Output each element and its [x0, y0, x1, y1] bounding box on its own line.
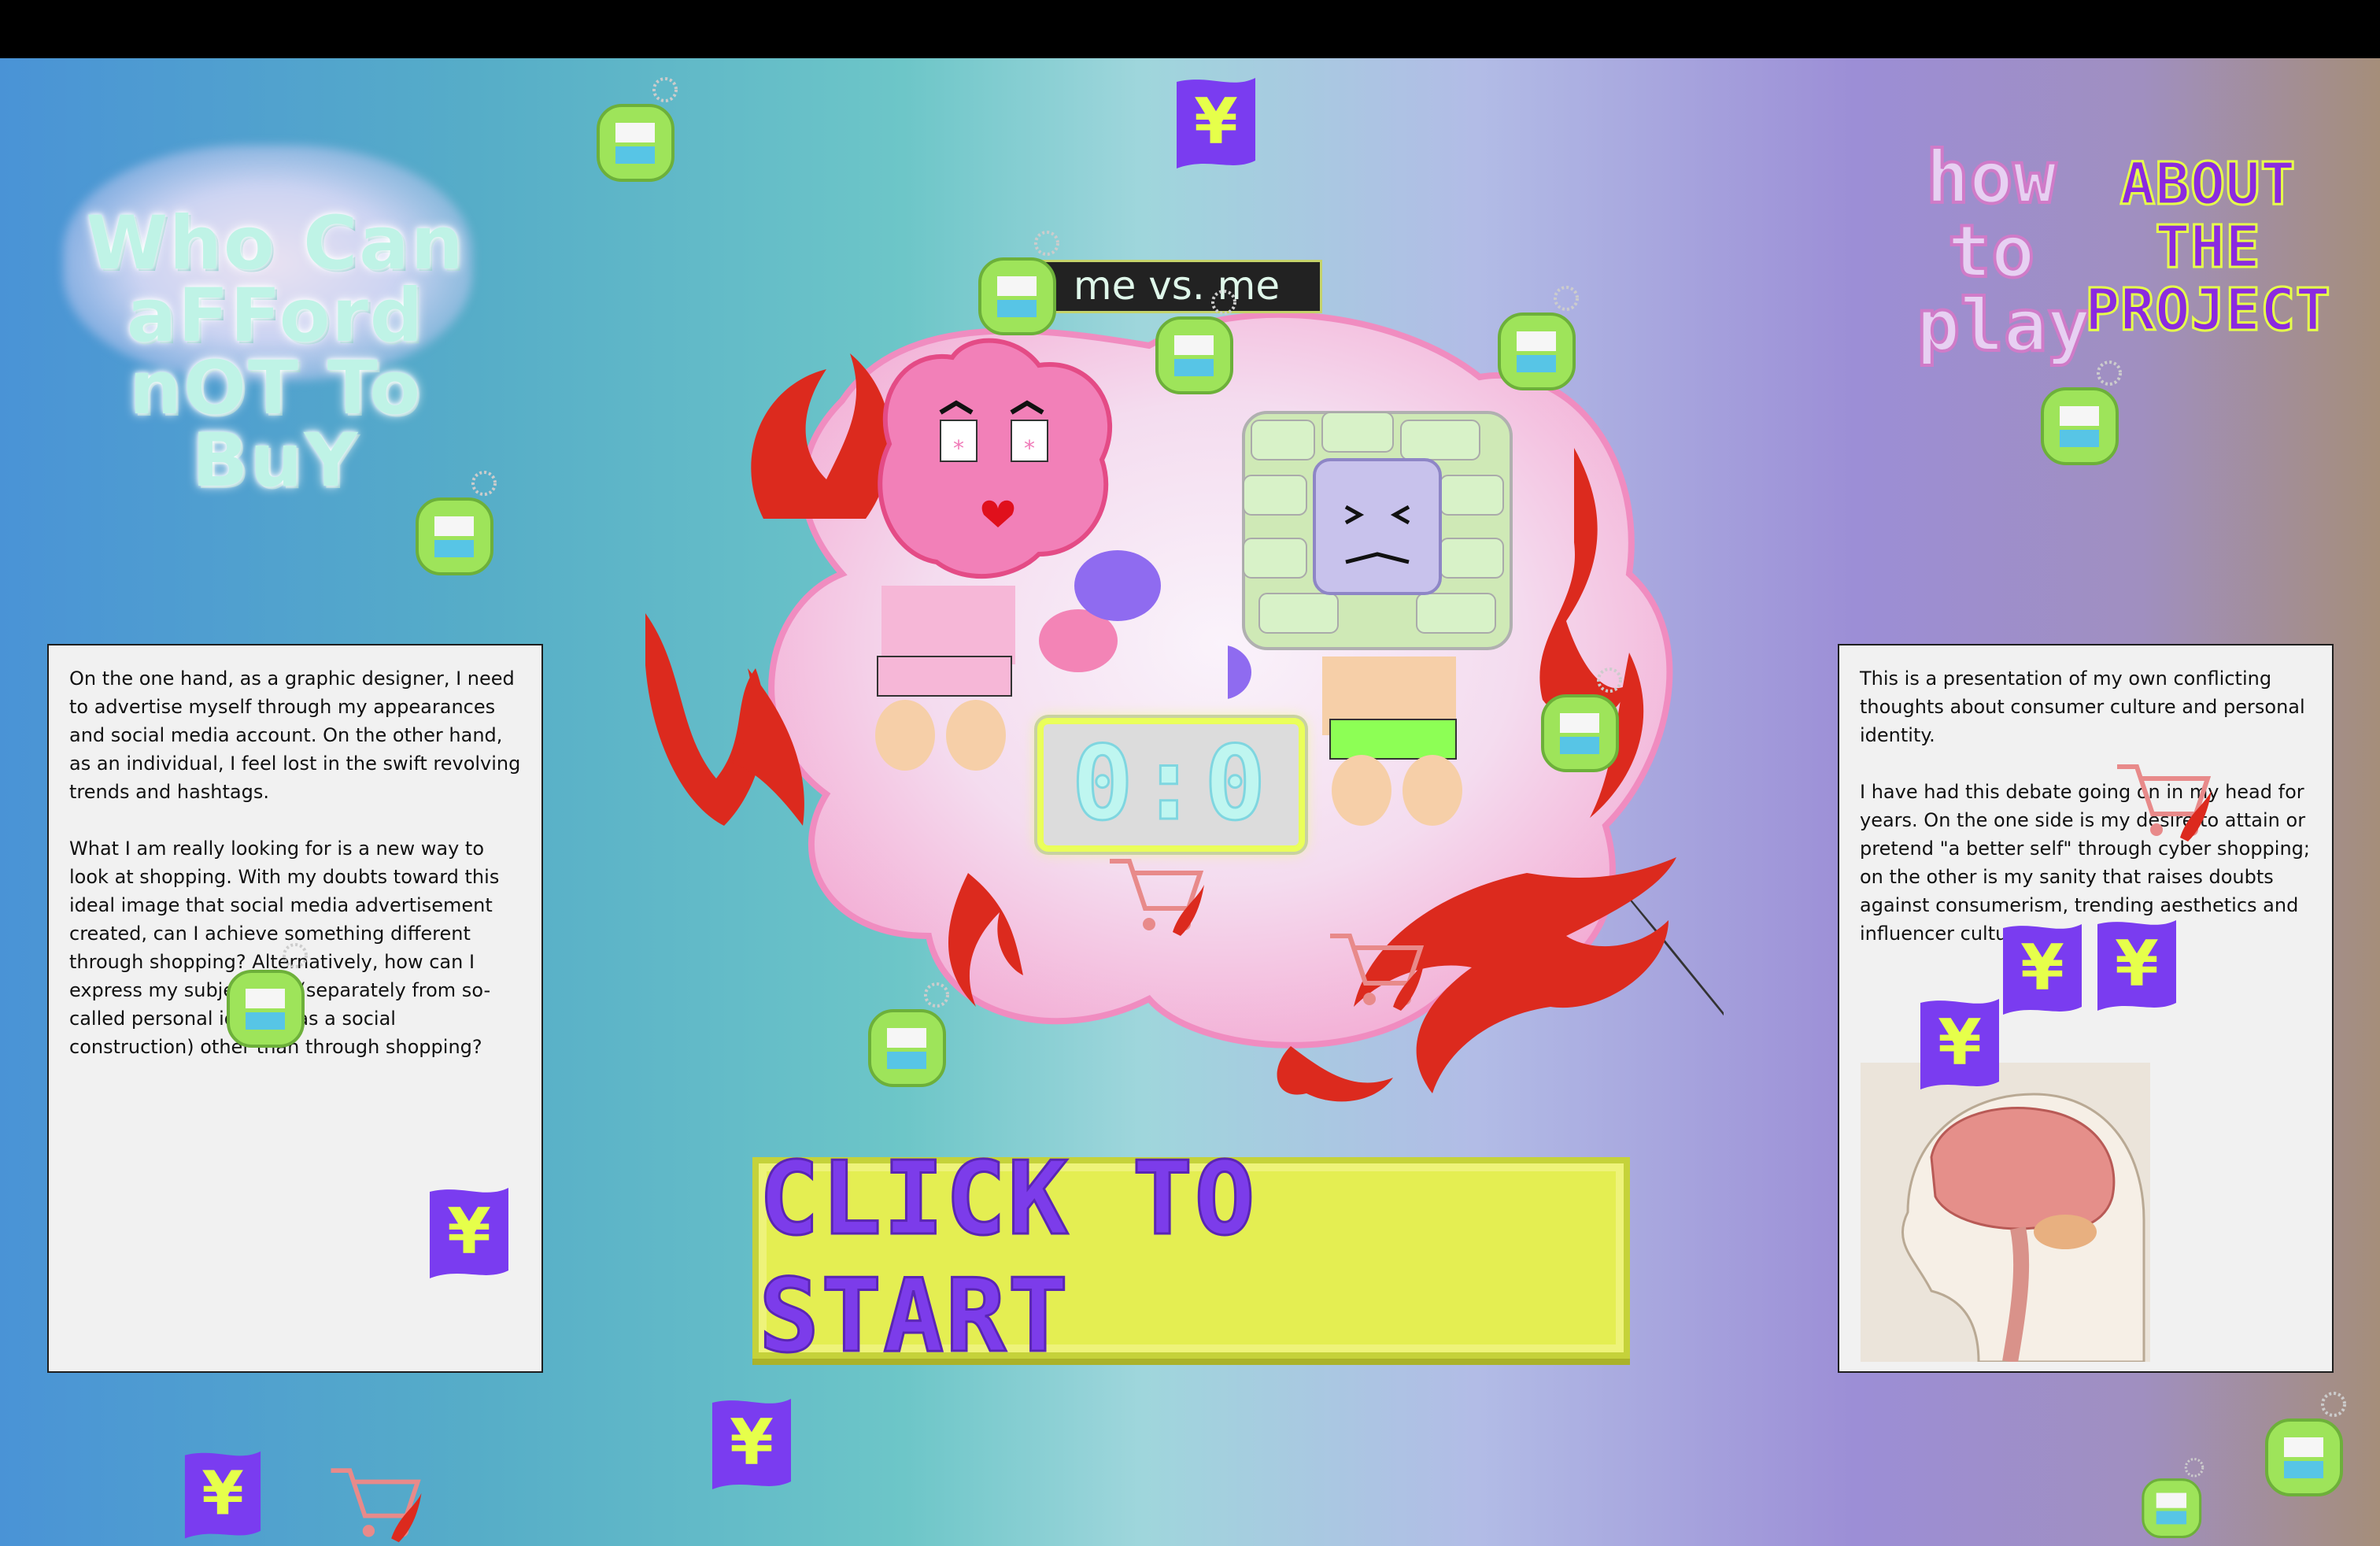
left-paragraph-1: On the one hand, as a graphic designer, … [69, 668, 521, 803]
yen-sticker-icon: ¥ [184, 1451, 261, 1539]
tag-keychain-icon [868, 982, 949, 1087]
tag-keychain-icon [416, 471, 497, 575]
yen-sticker-icon: ¥ [430, 1188, 508, 1278]
svg-text:*: * [953, 435, 964, 461]
svg-text:¥: ¥ [1938, 1006, 1982, 1079]
boxing-glove-icon [1074, 550, 1161, 621]
svg-text:¥: ¥ [730, 1406, 774, 1479]
title-logo: Who Can aFFord nOT To BuY [39, 113, 512, 498]
how-to-play-link[interactable]: how to play [1915, 139, 2093, 385]
score-display: 0:0 [1037, 718, 1305, 852]
speech-tail [1621, 888, 1724, 1016]
yen-sticker-icon: ¥ [2097, 920, 2176, 1011]
svg-text:¥: ¥ [201, 1459, 244, 1529]
about-project-link[interactable]: ABOUT THE PROJECT [2078, 152, 2338, 389]
browser-top-bar [0, 0, 2380, 58]
game-stage: Who Can aFFord nOT To BuY how to play AB… [0, 58, 2380, 1546]
yen-sticker-icon: ¥ [1177, 78, 1255, 168]
shopping-cart-icon [2117, 764, 2212, 841]
tag-keychain-icon [1155, 290, 1236, 394]
boxing-glove-icon [1228, 645, 1251, 699]
tag-keychain-icon [597, 77, 678, 182]
shopping-cart-icon [1110, 859, 1204, 936]
shopping-cart-icon [1330, 934, 1425, 1011]
svg-text:¥: ¥ [2115, 927, 2159, 1000]
svg-text:*: * [1024, 435, 1035, 461]
tag-keychain-icon [2142, 1458, 2204, 1539]
svg-text:¥: ¥ [2020, 931, 2064, 1004]
start-button-label: CLICK TO START [758, 1140, 1257, 1377]
shopping-cart-icon [331, 1468, 422, 1543]
tag-keychain-icon [1498, 286, 1579, 390]
yen-sticker-icon: ¥ [1920, 999, 1999, 1089]
yen-sticker-icon: ¥ [712, 1399, 791, 1489]
svg-text:¥: ¥ [1194, 85, 1238, 158]
tag-keychain-icon [2265, 1392, 2346, 1496]
svg-text:¥: ¥ [447, 1195, 491, 1268]
brain-illustration [1861, 1063, 2150, 1362]
start-button[interactable]: CLICK TO START [752, 1140, 1630, 1377]
tag-keychain-icon [2041, 361, 2122, 465]
tag-keychain-icon [1541, 668, 1622, 772]
right-paragraph-1: This is a presentation of my own conflic… [1860, 668, 2305, 746]
tag-keychain-icon [227, 943, 308, 1048]
page-title: Who Can aFFord nOT To BuY [86, 201, 465, 504]
tag-keychain-icon [978, 231, 1059, 335]
